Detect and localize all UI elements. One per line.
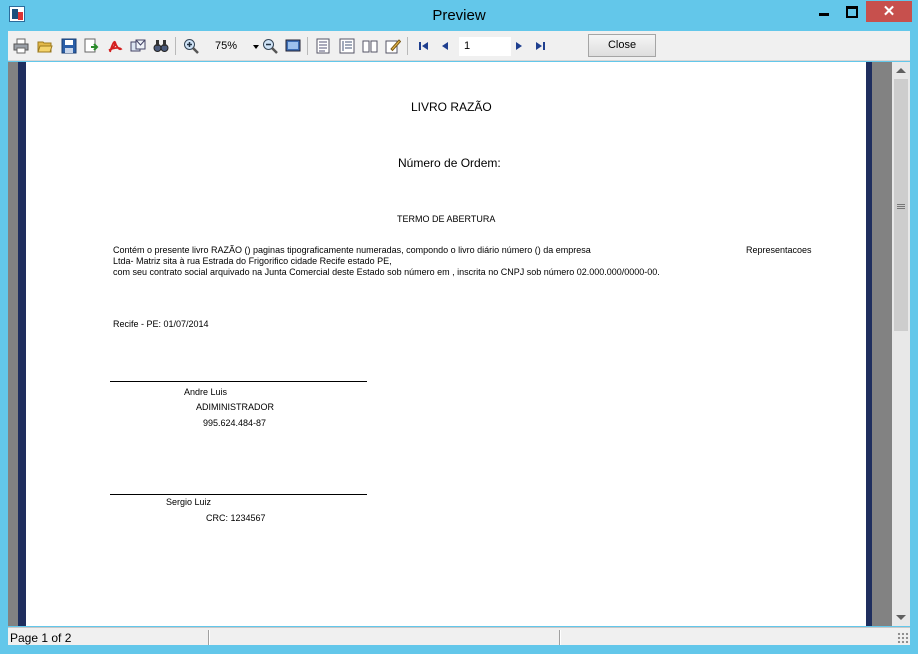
zoom-in-icon[interactable] [183,38,199,54]
grip-line [897,206,905,207]
toolbar-separator [175,37,176,55]
print-icon[interactable] [13,38,29,54]
scrollbar-thumb[interactable] [894,79,908,331]
signer-1-role: ADIMINISTRADOR [196,402,275,412]
close-button[interactable]: Close [588,34,656,57]
status-bar: Page 1 of 2 [8,627,910,645]
find-icon[interactable] [153,38,169,54]
close-icon: ✕ [882,3,896,20]
signer-1-name: Andre Luis [184,387,228,397]
window-title: Preview [432,7,486,24]
preview-window: Preview ✕ 75% 1 Close LIVRO RAZÃO Número… [0,0,918,654]
paragraph-line-1: Contém o presente livro RAZÃO () paginas… [113,245,591,255]
signer-1-cpf: 995.624.484-87 [203,418,267,428]
next-page-icon[interactable] [510,38,526,54]
signer-2-crc: CRC: 1234567 [206,513,266,523]
thumbnails-icon[interactable] [339,38,355,54]
edit-icon[interactable] [385,38,401,54]
outline-icon[interactable] [315,38,331,54]
signer-2-name: Sergio Luiz [166,497,212,507]
signature-line-1 [110,381,367,382]
close-window-button[interactable]: ✕ [866,1,912,22]
last-page-icon[interactable] [532,38,548,54]
resize-grip-icon[interactable] [897,632,909,644]
toolbar-separator [407,37,408,55]
status-separator [559,630,561,645]
paragraph-company: Representacoes [746,245,812,255]
export-icon[interactable] [83,38,99,54]
pdf-icon[interactable] [107,38,123,54]
order-number-label: Número de Ordem: [398,156,501,170]
zoom-select[interactable]: 75% [212,37,262,56]
maximize-button[interactable] [838,1,864,22]
zoom-out-icon[interactable] [262,38,278,54]
status-separator [208,630,210,645]
title-bar[interactable]: Preview ✕ [0,0,918,30]
page-setup-icon[interactable] [362,38,378,54]
prev-page-icon[interactable] [438,38,454,54]
full-screen-icon[interactable] [285,38,301,54]
toolbar-separator [307,37,308,55]
preview-area: LIVRO RAZÃO Número de Ordem: TERMO DE AB… [8,62,910,626]
place-date: Recife - PE: 01/07/2014 [113,319,209,329]
scroll-up-icon[interactable] [896,68,906,73]
minimize-button[interactable] [811,1,837,22]
toolbar: 75% 1 Close [8,31,910,61]
paragraph-line-2: Ltda- Matriz sita à rua Estrada do Frigo… [113,256,392,266]
open-folder-icon[interactable] [37,38,53,54]
page-info: Page 1 of 2 [10,631,72,645]
grip-line [897,208,905,209]
signature-line-2 [110,494,367,495]
paragraph-line-3: com seu contrato social arquivado na Jun… [113,267,660,277]
document-title: LIVRO RAZÃO [411,100,492,114]
zoom-value: 75% [215,40,238,52]
scroll-down-icon[interactable] [896,615,906,620]
chevron-down-icon [253,45,259,49]
report-page: LIVRO RAZÃO Número de Ordem: TERMO DE AB… [26,62,866,626]
email-icon[interactable] [130,38,146,54]
section-title: TERMO DE ABERTURA [397,214,496,224]
first-page-icon[interactable] [416,38,432,54]
grip-line [897,204,905,205]
save-icon[interactable] [61,38,77,54]
vertical-scrollbar[interactable] [892,62,910,626]
page-number-input[interactable]: 1 [459,37,511,56]
